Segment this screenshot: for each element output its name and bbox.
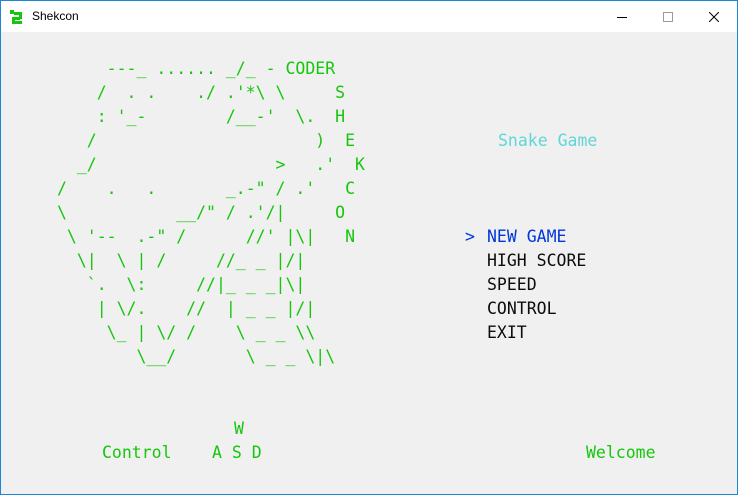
ascii-art-line: \__/ \ _ _ \|\ xyxy=(57,347,336,366)
ascii-art-line: \ __/" / .'/| O xyxy=(57,203,346,222)
title-bar[interactable]: Shekcon xyxy=(1,1,737,32)
close-icon xyxy=(709,11,719,22)
ascii-art-line: : '_- /__-' \. H xyxy=(57,107,346,126)
ascii-art-line: / . . _.-" / .' C xyxy=(57,179,356,198)
console-area: ---_ ...... _/_ - CODER / . . ./ .'*\ \ … xyxy=(1,32,737,494)
snake-app-icon xyxy=(10,10,22,24)
menu-item-high-score[interactable]: HIGH SCORE xyxy=(487,249,586,273)
key-up-label: W xyxy=(234,419,244,438)
control-label: Control xyxy=(102,443,172,462)
ascii-art-line: \ '-- .-" / //' |\| N xyxy=(57,227,356,246)
ascii-art-line: | \/. // | _ _ |/| xyxy=(57,299,316,318)
minimize-icon xyxy=(617,16,627,18)
welcome-label: Welcome xyxy=(586,443,656,462)
menu-cursor-icon: > xyxy=(465,227,475,246)
menu-item-new-game[interactable]: NEW GAME xyxy=(487,225,566,249)
ascii-art-line: _/ > .' K xyxy=(57,155,365,174)
close-button[interactable] xyxy=(691,1,737,32)
keys-row-label: A S D xyxy=(212,443,262,462)
menu-item-speed[interactable]: SPEED xyxy=(487,273,537,297)
maximize-icon xyxy=(663,11,673,22)
ascii-art-line: / ) E xyxy=(57,131,356,150)
app-window: Shekcon ---_ ...... _/_ - CODER / . . ./… xyxy=(0,0,738,495)
menu-item-exit[interactable]: EXIT xyxy=(487,321,527,345)
game-title: Snake Game xyxy=(498,131,598,150)
ascii-art-line: \| \ | / //_ _ |/| xyxy=(57,251,306,270)
minimize-button[interactable] xyxy=(599,1,645,32)
ascii-art-line: / . . ./ .'*\ \ S xyxy=(57,83,346,102)
ascii-art-line: ---_ ...... _/_ - CODER xyxy=(57,59,336,78)
menu-item-control[interactable]: CONTROL xyxy=(487,297,557,321)
window-title: Shekcon xyxy=(32,9,79,23)
ascii-art-line: \_ | \/ / \ _ _ \\ xyxy=(57,323,316,342)
maximize-button[interactable] xyxy=(645,1,691,32)
ascii-art-line: `. \: //|_ _ _|\| xyxy=(57,275,306,294)
